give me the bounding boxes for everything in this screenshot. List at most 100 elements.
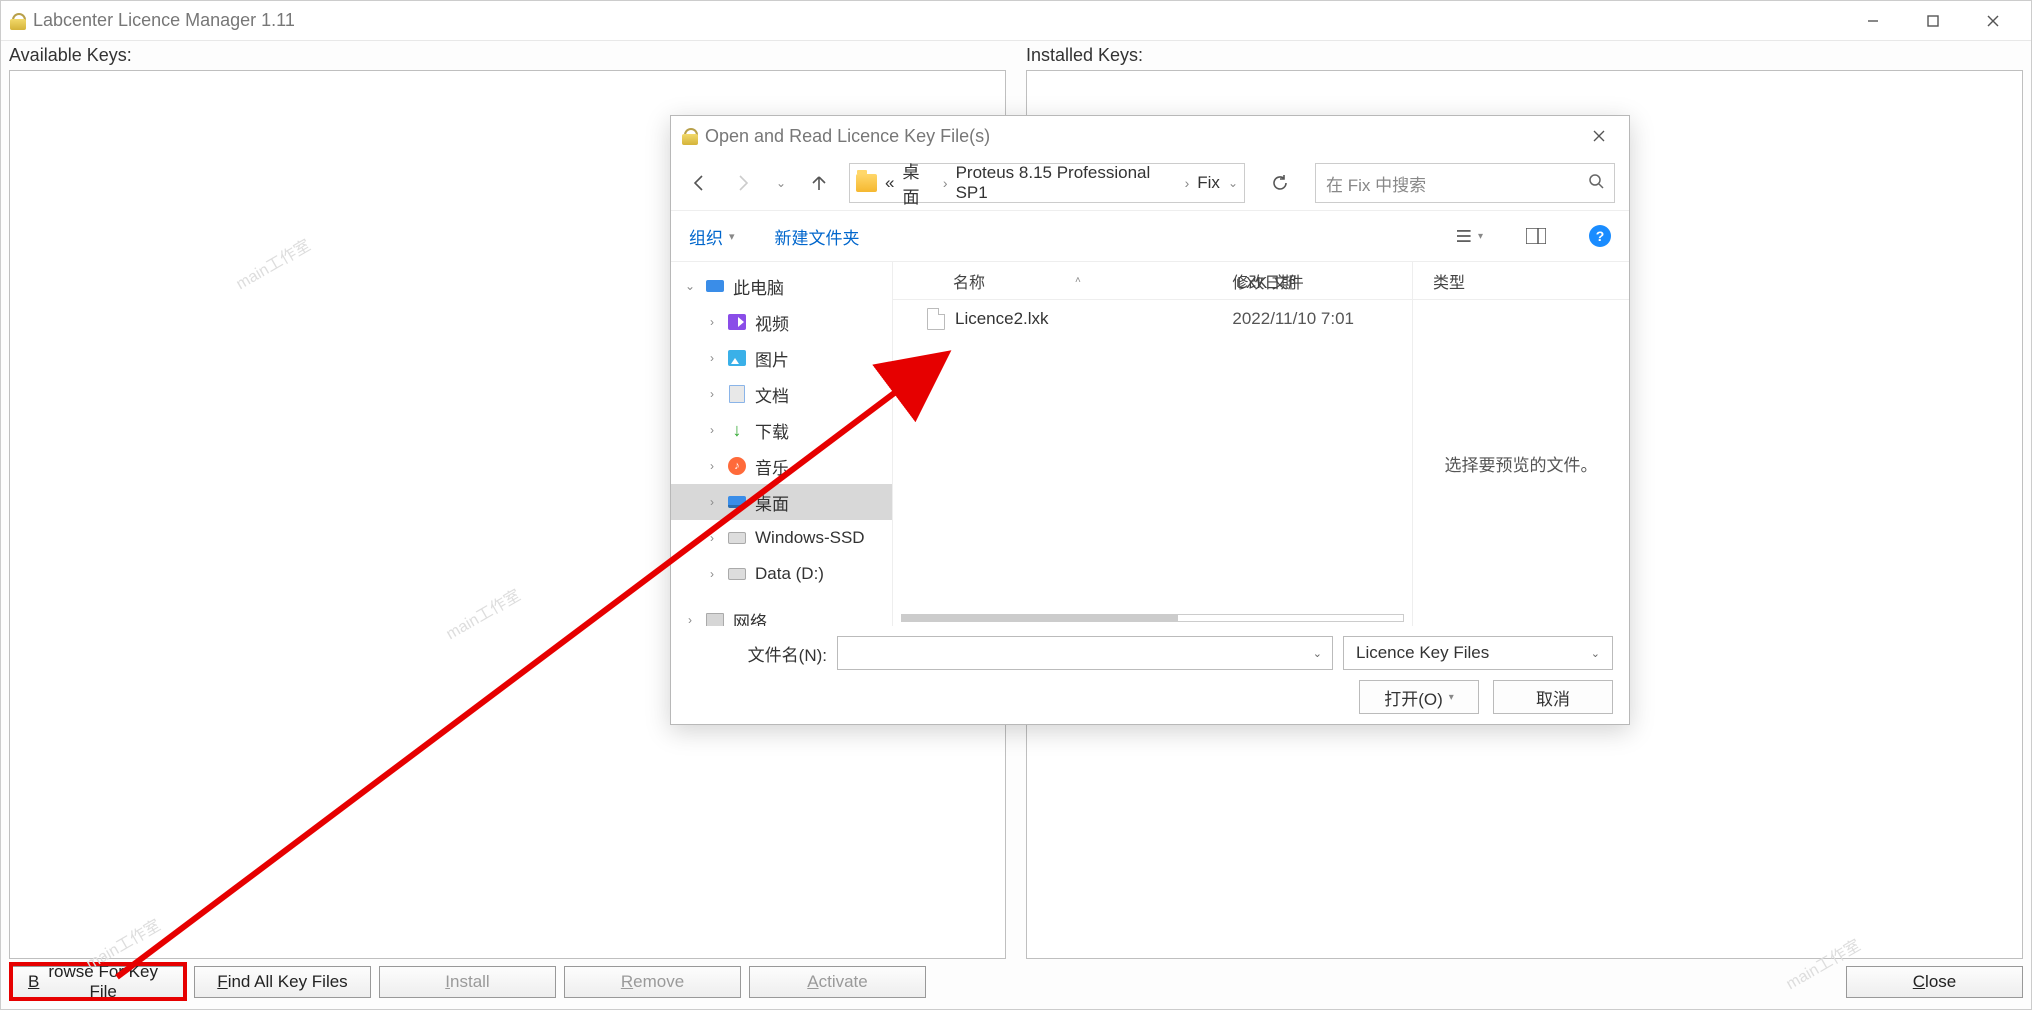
chevron-down-icon: ⌄ [1313,647,1322,660]
tree-item-downloads[interactable]: ›↓下载 [671,412,892,448]
chevron-right-icon: › [705,387,719,401]
find-all-key-files-button[interactable]: Find All Key Files [194,966,371,998]
tree-item-documents[interactable]: ›文档 [671,376,892,412]
chevron-right-icon: › [705,459,719,473]
column-name[interactable]: 名称˄ [893,269,1232,293]
tree-item-desktop[interactable]: ›桌面 [671,484,892,520]
drive-icon [728,568,746,580]
dialog-bottom: 文件名(N): ⌄ Licence Key Files⌄ 打开(O)▾ 取消 [671,626,1629,724]
chevron-right-icon: › [943,175,948,191]
dialog-titlebar: Open and Read Licence Key File(s) [671,116,1629,156]
close-button[interactable] [1963,1,2023,41]
dialog-close-button[interactable] [1579,116,1619,156]
horizontal-scrollbar[interactable] [901,614,1404,622]
file-name: Licence2.lxk [955,309,1049,329]
close-main-button[interactable]: Close [1846,966,2023,998]
sort-indicator-icon: ˄ [1075,275,1081,286]
list-header: 名称˄ 修改日期 [893,262,1412,300]
open-button[interactable]: 打开(O)▾ [1359,680,1479,714]
nav-up-button[interactable] [805,169,833,197]
refresh-button[interactable] [1261,164,1299,202]
file-type: LXK 文件 [1237,269,1304,293]
view-options-button[interactable]: ▾ [1457,223,1483,249]
maximize-button[interactable] [1903,1,1963,41]
main-titlebar: Labcenter Licence Manager 1.11 [1,1,2031,41]
chevron-right-icon: › [705,531,719,545]
tree-item-videos[interactable]: ›视频 [671,304,892,340]
help-icon[interactable]: ? [1589,225,1611,247]
file-icon [927,308,945,330]
tree-item-this-pc[interactable]: ⌄ 此电脑 [671,268,892,304]
chevron-down-icon: ⌄ [683,279,697,293]
nav-back-button[interactable] [685,169,713,197]
tree-item-music[interactable]: ›♪音乐 [671,448,892,484]
preview-pane-button[interactable] [1523,223,1549,249]
nav-recent-dropdown[interactable]: ⌄ [773,169,789,197]
breadcrumb-prefix: « [885,173,894,193]
dialog-toolbar: 组织▾ 新建文件夹 ▾ ? [671,210,1629,262]
preview-pane: 类型 LXK 文件 选择要预览的文件。 [1413,262,1629,626]
pc-icon [706,280,724,292]
nav-forward-button[interactable] [729,169,757,197]
install-button[interactable]: Install [379,966,556,998]
download-icon: ↓ [733,420,742,441]
lock-icon [681,127,699,145]
install-label: nstall [450,972,490,992]
cancel-button[interactable]: 取消 [1493,680,1613,714]
activate-button[interactable]: Activate [749,966,926,998]
dialog-nav-row: ⌄ « 桌面 › Proteus 8.15 Professional SP1 ›… [671,156,1629,210]
installed-keys-label: Installed Keys: [1026,45,2023,66]
main-window: Labcenter Licence Manager 1.11 Available… [0,0,2032,1010]
network-icon [706,613,724,626]
footer: Browse For Key File Find All Key Files I… [1,959,2031,1009]
folder-icon [856,174,877,192]
breadcrumb-seg[interactable]: Proteus 8.15 Professional SP1 [956,163,1177,203]
pictures-icon [728,350,746,366]
chevron-right-icon: › [683,613,697,626]
preview-empty-text: 选择要预览的文件。 [1413,300,1629,626]
tree-item-drive-c[interactable]: ›Windows-SSD [671,520,892,556]
chevron-right-icon: › [1185,175,1190,191]
organize-button[interactable]: 组织▾ [689,224,735,249]
filter-dropdown[interactable]: Licence Key Files⌄ [1343,636,1613,670]
chevron-right-icon: › [705,423,719,437]
desktop-icon [728,496,746,508]
breadcrumb-seg[interactable]: 桌面 [902,158,934,208]
music-icon: ♪ [728,457,746,475]
available-keys-label: Available Keys: [9,45,1006,66]
window-controls [1843,1,2023,41]
window-title: Labcenter Licence Manager 1.11 [33,10,1843,31]
documents-icon [729,385,745,403]
folder-tree[interactable]: ⌄ 此电脑 ›视频 ›图片 ›文档 ›↓下载 ›♪音乐 ›桌面 ›Windows… [671,262,893,626]
chevron-down-icon: ⌄ [1591,647,1600,660]
chevron-right-icon: › [705,495,719,509]
lock-icon [9,12,27,30]
file-list-area: 名称˄ 修改日期 Licence2.lxk 2022/11/10 7:01 类型… [893,262,1629,626]
chevron-down-icon[interactable]: ⌄ [1228,176,1238,190]
tree-item-drive-d[interactable]: ›Data (D:) [671,556,892,592]
chevron-right-icon: › [705,315,719,329]
search-input[interactable]: 在 Fix 中搜索 [1315,163,1615,203]
breadcrumb[interactable]: « 桌面 › Proteus 8.15 Professional SP1 › F… [849,163,1245,203]
video-icon [728,314,746,330]
search-placeholder: 在 Fix 中搜索 [1326,171,1426,196]
new-folder-button[interactable]: 新建文件夹 [775,224,860,249]
minimize-button[interactable] [1843,1,1903,41]
activate-label: ctivate [819,972,868,992]
column-type[interactable]: 类型 LXK 文件 [1413,262,1629,300]
browse-for-key-file-button[interactable]: Browse For Key File [9,966,186,998]
browse-label: rowse For Key File [39,962,167,1002]
breadcrumb-seg[interactable]: Fix [1197,173,1220,193]
remove-label: emove [633,972,684,992]
filename-label: 文件名(N): [687,641,827,666]
dialog-title: Open and Read Licence Key File(s) [705,126,1579,147]
remove-button[interactable]: Remove [564,966,741,998]
search-icon [1588,173,1604,194]
list-item[interactable]: Licence2.lxk 2022/11/10 7:01 [893,300,1412,338]
file-list[interactable]: 名称˄ 修改日期 Licence2.lxk 2022/11/10 7:01 [893,262,1413,626]
filename-input[interactable]: ⌄ [837,636,1333,670]
find-label: ind All Key Files [228,972,348,992]
tree-item-pictures[interactable]: ›图片 [671,340,892,376]
tree-item-network[interactable]: ›网络 [671,602,892,626]
drive-icon [728,532,746,544]
